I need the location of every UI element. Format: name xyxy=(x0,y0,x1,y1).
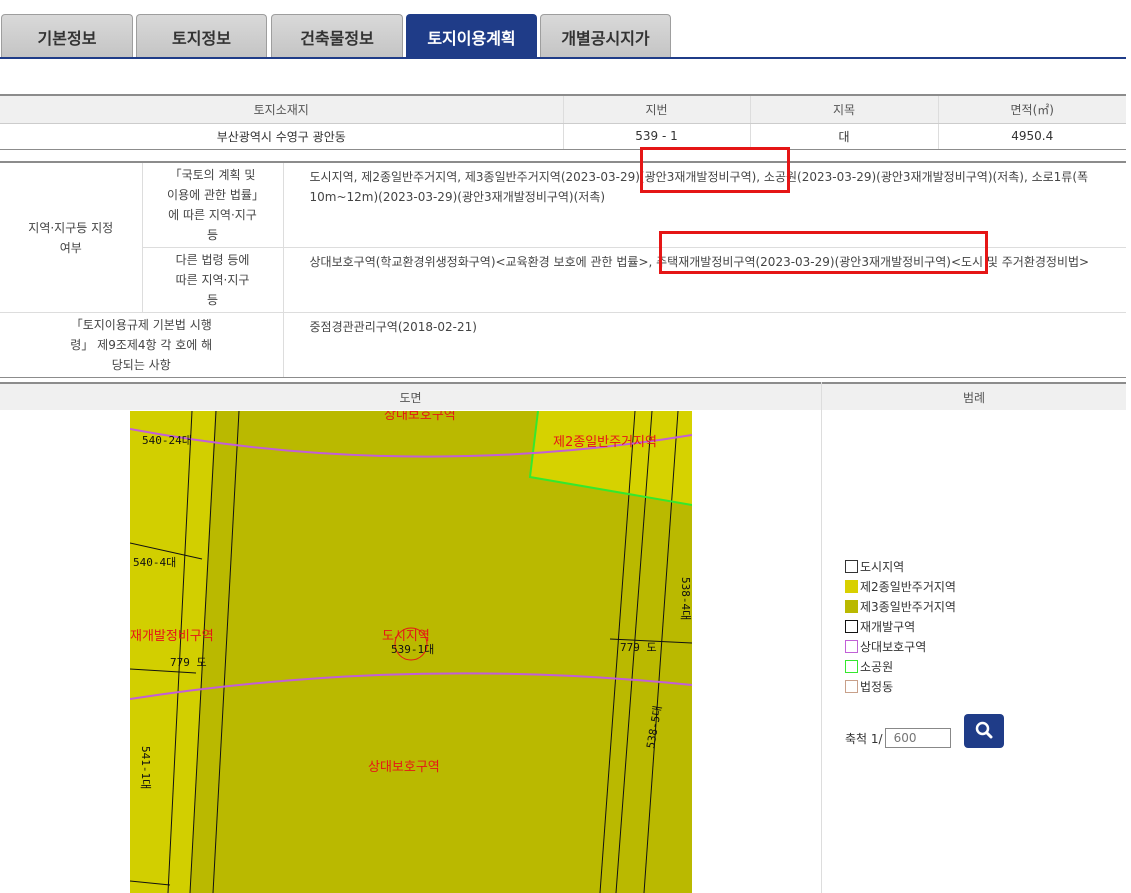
legend-label-zone3: 제3종일반주거지역 xyxy=(860,599,956,614)
land-use-article-label: 「토지이용규제 기본법 시행령」 제9조제4항 각 호에 해당되는 사항 xyxy=(0,312,283,378)
map-label-541-1: 541-1대 xyxy=(139,746,152,789)
map-label-top-zone: 상대보호구역 xyxy=(384,411,456,423)
land-info-table: 토지소재지 지번 지목 면적(㎡) 부산광역시 수영구 광안동 539 - 1 … xyxy=(0,94,1126,150)
national-land-law-label: 「국토의 계획 및 이용에 관한 법률」에 따른 지역·지구등 xyxy=(141,161,283,248)
header-lot-number: 지번 xyxy=(562,94,750,124)
map-label-protect: 상대보호구역 xyxy=(368,760,440,775)
cell-lot-number: 539 - 1 xyxy=(562,123,750,150)
legend: 도시지역 제2종일반주거지역 제3종일반주거지역 재개발구역 상대보호구역 소공… xyxy=(845,556,956,696)
map-label-zone2: 제2종일반주거지역 xyxy=(553,435,657,450)
cell-area: 4950.4 xyxy=(937,123,1126,150)
highlight-box-2 xyxy=(659,231,988,274)
cell-location: 부산광역시 수영구 광안동 xyxy=(0,123,563,150)
search-icon xyxy=(975,721,993,742)
legend-legal-dong: 법정동 xyxy=(845,676,956,696)
cadastral-map[interactable]: 상대보호구역 제2종일반주거지역 540-24대 540-4대 재개발정비구역 … xyxy=(130,411,692,893)
legend-swatch-protect xyxy=(845,639,858,653)
legend-protect: 상대보호구역 xyxy=(845,636,956,656)
legend-label-legal-dong: 법정동 xyxy=(860,679,894,694)
legend-urban: 도시지역 xyxy=(845,556,956,576)
scale-control: 축척 1/ xyxy=(845,728,951,748)
tab-land-use-plan[interactable]: 토지이용계획 xyxy=(406,14,537,58)
scale-input[interactable] xyxy=(884,728,951,748)
map-label-538-5: 538-5대 xyxy=(644,705,664,750)
tab-official-land-price[interactable]: 개별공시지가 xyxy=(540,14,671,58)
map-label-540-4: 540-4대 xyxy=(133,556,176,569)
region-designation-label: 지역·지구등 지정여부 xyxy=(0,161,142,313)
scale-label: 축척 1/ xyxy=(845,731,883,746)
legend-swatch-park xyxy=(845,659,858,673)
map-label-538-4: 538-4대 xyxy=(679,577,692,620)
header-area: 면적(㎡) xyxy=(937,94,1126,124)
legend-zone2: 제2종일반주거지역 xyxy=(845,576,956,596)
legend-header: 범례 xyxy=(822,382,1126,410)
section-divider xyxy=(821,382,822,893)
header-land-category: 지목 xyxy=(749,94,938,124)
legend-swatch-legal-dong xyxy=(845,679,858,693)
cell-land-category: 대 xyxy=(749,123,938,150)
header-location: 토지소재지 xyxy=(0,94,563,124)
map-label-779-right: 779 도 xyxy=(620,641,657,654)
legend-label-redev: 재개발구역 xyxy=(860,619,916,634)
legend-label-protect: 상대보호구역 xyxy=(860,639,927,654)
legend-zone3: 제3종일반주거지역 xyxy=(845,596,956,616)
tab-basic-info[interactable]: 기본정보 xyxy=(1,14,133,58)
map-label-779-left: 779 도 xyxy=(170,656,207,669)
map-label-539-1: 539-1대 xyxy=(391,643,434,656)
legend-label-park: 소공원 xyxy=(860,659,894,674)
legend-label-zone2: 제2종일반주거지역 xyxy=(860,579,956,594)
map-label-540-24: 540-24대 xyxy=(142,434,192,447)
legend-park: 소공원 xyxy=(845,656,956,676)
map-label-urban: 도시지역 xyxy=(382,629,430,644)
map-header: 도면 xyxy=(0,382,821,410)
map-canvas: 상대보호구역 제2종일반주거지역 540-24대 540-4대 재개발정비구역 … xyxy=(130,411,692,893)
legend-swatch-zone3 xyxy=(845,599,858,613)
tab-land-info[interactable]: 토지정보 xyxy=(136,14,267,58)
scale-search-button[interactable] xyxy=(964,714,1004,748)
legend-swatch-zone2 xyxy=(845,579,858,593)
tab-baseline xyxy=(0,57,1126,59)
legend-swatch-redev xyxy=(845,619,858,633)
highlight-box-1 xyxy=(640,147,790,193)
legend-redev: 재개발구역 xyxy=(845,616,956,636)
tab-building-info[interactable]: 건축물정보 xyxy=(271,14,403,58)
legend-label-urban: 도시지역 xyxy=(860,559,905,574)
legend-swatch-urban xyxy=(845,559,858,573)
tab-bar: 기본정보 토지정보 건축물정보 토지이용계획 개별공시지가 xyxy=(0,14,1126,59)
map-label-redev: 재개발정비구역 xyxy=(130,629,214,644)
other-law-label: 다른 법령 등에 따른 지역·지구등 xyxy=(141,247,283,313)
land-use-article-value: 중점경관관리구역(2018-02-21) xyxy=(282,312,1126,378)
